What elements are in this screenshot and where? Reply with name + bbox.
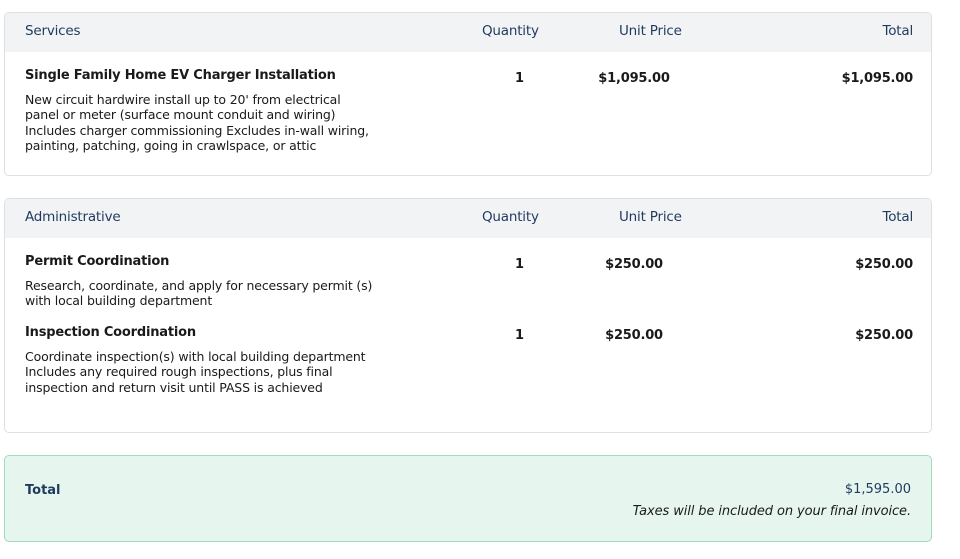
unit-price-column-header: Unit Price — [619, 23, 682, 39]
total-column-header: Total — [882, 209, 913, 225]
services-header-row: Services Quantity Unit Price Total — [5, 13, 931, 52]
administrative-section: Administrative Quantity Unit Price Total… — [4, 198, 932, 433]
line-item-title: Single Family Home EV Charger Installati… — [25, 68, 336, 83]
services-section: Services Quantity Unit Price Total Singl… — [4, 12, 932, 176]
total-label: Total — [25, 483, 61, 498]
total-summary: Total $1,595.00 Taxes will be included o… — [4, 455, 932, 542]
administrative-header-label: Administrative — [25, 209, 121, 225]
line-item-description: Coordinate inspection(s) with local buil… — [25, 349, 366, 395]
total-column-header: Total — [882, 23, 913, 39]
line-item-description: Research, coordinate, and apply for nece… — [25, 278, 373, 309]
total-amount: $1,595.00 — [844, 482, 911, 497]
tax-note: Taxes will be included on your final inv… — [632, 504, 911, 519]
quantity-column-header: Quantity — [482, 23, 539, 39]
line-item-quantity: 1 — [515, 257, 525, 272]
line-item-quantity: 1 — [515, 71, 525, 86]
line-item-quantity: 1 — [515, 328, 525, 343]
line-item-title: Permit Coordination — [25, 254, 170, 269]
line-item-description: New circuit hardwire install up to 20' f… — [25, 92, 369, 153]
line-item-unit-price: $1,095.00 — [598, 71, 670, 86]
line-item-unit-price: $250.00 — [605, 328, 663, 343]
services-header-label: Services — [25, 23, 81, 39]
administrative-header-row: Administrative Quantity Unit Price Total — [5, 199, 931, 238]
line-item-unit-price: $250.00 — [605, 257, 663, 272]
unit-price-column-header: Unit Price — [619, 209, 682, 225]
line-item-total: $250.00 — [855, 257, 913, 272]
quantity-column-header: Quantity — [482, 209, 539, 225]
line-item-total: $1,095.00 — [841, 71, 914, 86]
line-item-title: Inspection Coordination — [25, 325, 196, 340]
line-item-total: $250.00 — [855, 328, 913, 343]
